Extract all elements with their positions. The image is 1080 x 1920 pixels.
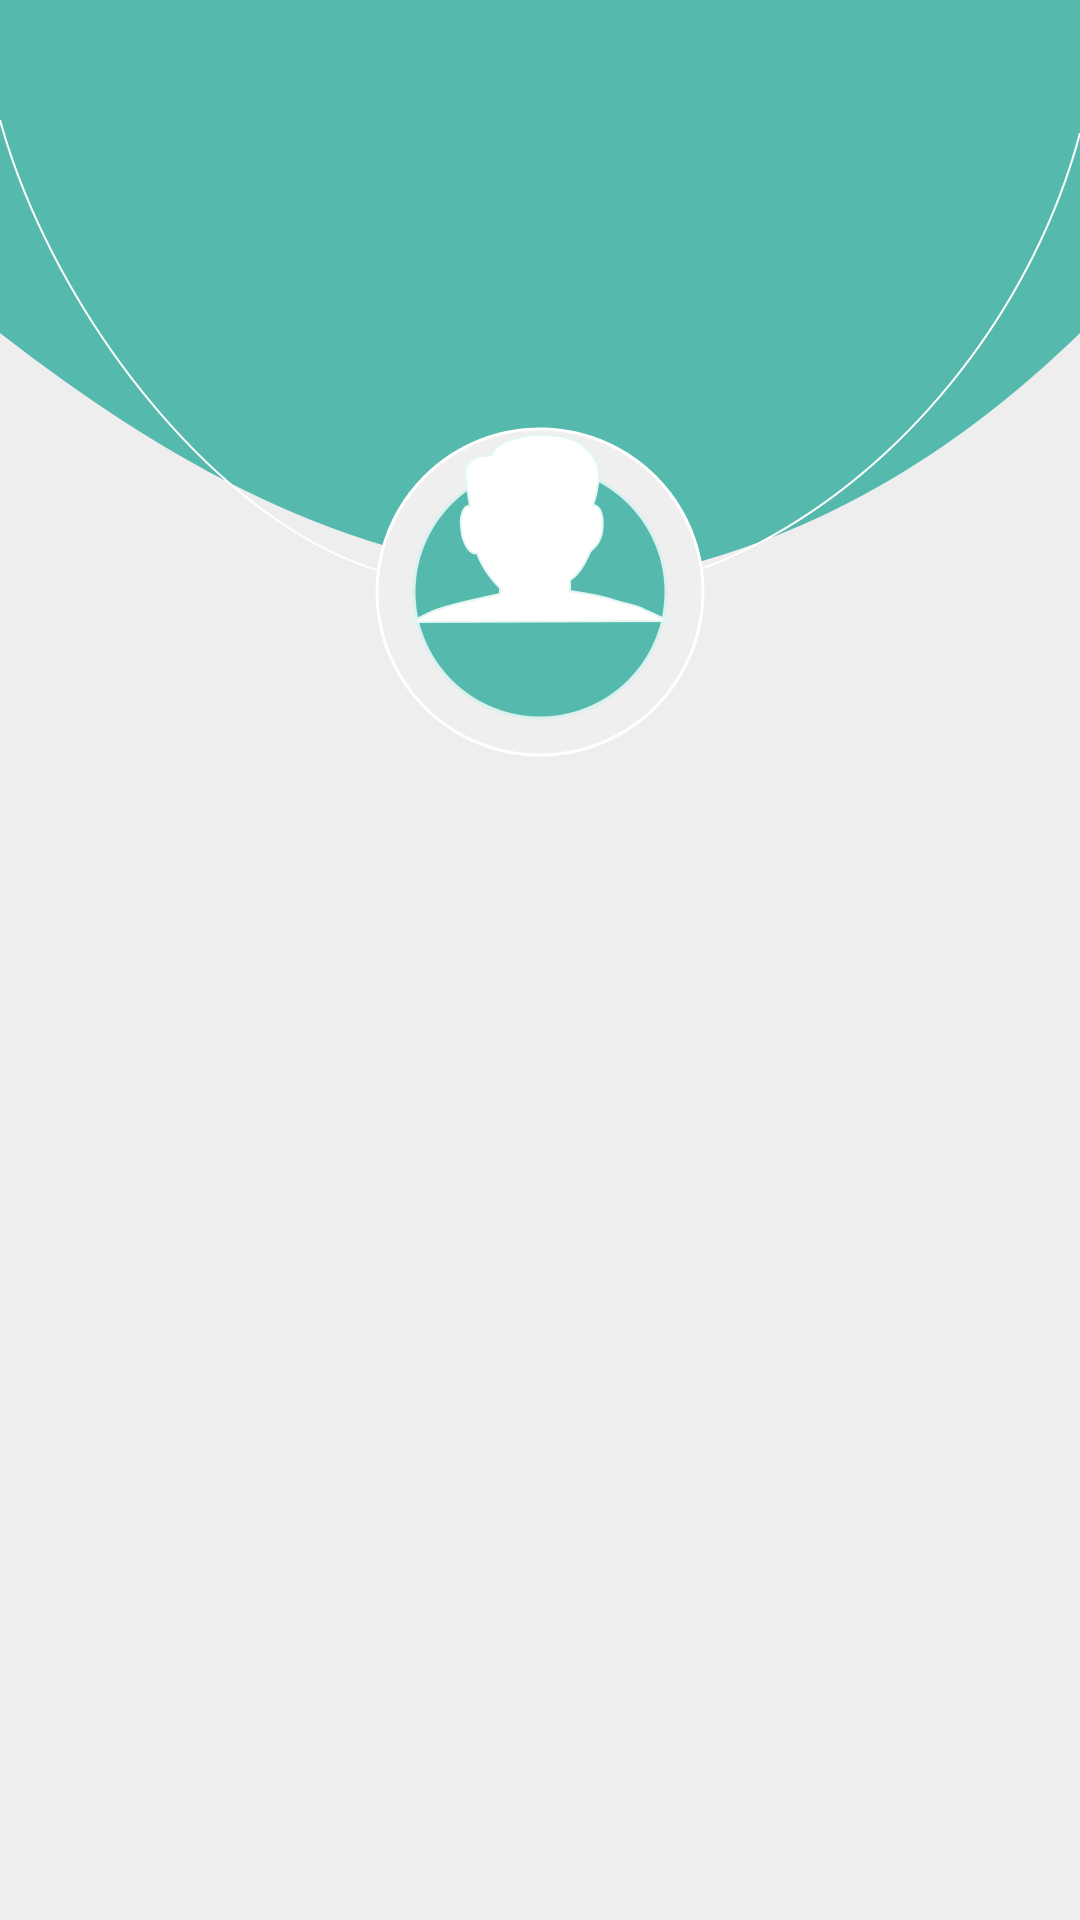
profile-header	[0, 0, 1080, 757]
profile-screen	[0, 0, 1080, 1920]
